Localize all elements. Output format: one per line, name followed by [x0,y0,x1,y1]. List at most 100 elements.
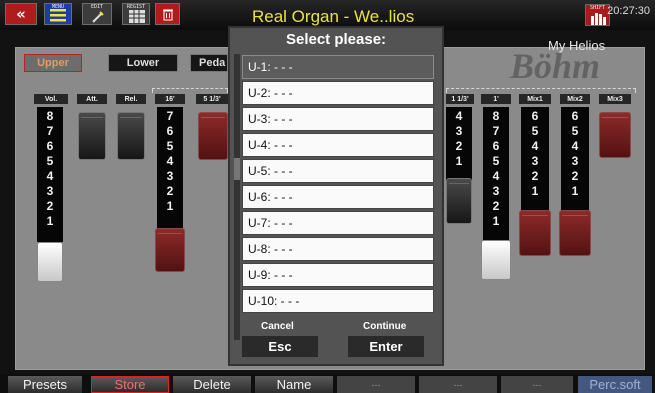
drawbar-16-handle[interactable] [155,228,185,272]
vol-mark: 5 [46,154,54,168]
organ-pipes-icon [591,13,606,25]
list-item-u2[interactable]: U-2: - - - [242,81,434,105]
cancel-label: Cancel [261,321,294,332]
window-title: Real Organ - We..lios [252,7,415,26]
list-item-u4[interactable]: U-4: - - - [242,133,434,157]
mix2-mark: 4 [571,139,579,153]
trash-button[interactable] [155,3,180,25]
label-rel: Rel. [116,94,146,104]
b16-mark: 5 [166,139,174,153]
tab-upper[interactable]: Upper [24,54,82,72]
b1-mark: 1 [492,214,500,228]
list-item-u9[interactable]: U-9: - - - [242,263,434,287]
mix2-mark: 6 [571,109,579,123]
list-item-u5[interactable]: U-5: - - - [242,159,434,183]
presets-button[interactable]: Presets [8,376,82,393]
list-item-u6[interactable]: U-6: - - - [242,185,434,209]
drawbar-mix2[interactable]: 6 5 4 3 2 1 [561,107,589,212]
b16-mark: 3 [166,169,174,183]
drawbar-1-1-3[interactable]: 4 3 2 1 [446,107,472,181]
registrations-button[interactable]: REGIST [122,3,150,25]
label-mix3: Mix3 [599,94,631,104]
softkey-5[interactable]: --- [337,376,415,393]
b16-mark: 7 [166,109,174,123]
dialog-title: Select please: [285,31,387,48]
label-mix1: Mix1 [519,94,551,104]
dialog-scrollbar[interactable] [234,54,240,340]
vol-mark: 4 [46,169,54,183]
vol-mark: 6 [46,139,54,153]
vol-mark: 1 [46,214,54,228]
b1-mark: 4 [492,169,500,183]
drawbar-1-handle[interactable] [481,240,511,280]
select-dialog: Select please: U-1: - - - U-2: - - - U-3… [228,26,444,366]
delete-button[interactable]: Delete [173,376,251,393]
vol-mark: 2 [46,199,54,213]
drawbar-mix2-handle[interactable] [559,210,591,256]
vol-mark: 7 [46,124,54,138]
list-item-u1[interactable]: U-1: - - - [242,55,434,79]
esc-button[interactable]: Esc [242,336,318,357]
b1-mark: 6 [492,139,500,153]
softkey-6[interactable]: --- [419,376,497,393]
mix1-mark: 4 [531,139,539,153]
group-bracket-left [152,88,228,93]
drawbar-rel-handle[interactable] [117,112,145,160]
drawbar-1[interactable]: 8 7 6 5 4 3 2 1 [483,107,509,242]
label-1-1-3: 1 1/3' [446,94,474,104]
tab-pedal[interactable]: Peda [190,54,228,72]
edit-button[interactable]: EDIT [82,3,112,25]
drawbar-16[interactable]: 7 6 5 4 3 2 1 [157,107,183,229]
menu-button[interactable]: MENU [44,3,72,25]
clock: 20:27:30 [607,5,650,17]
vol-mark: 8 [46,109,54,123]
shift-label: SHIFT [589,5,606,11]
grid-icon [129,10,145,23]
group-bracket-right [446,88,636,93]
mix2-mark: 1 [571,184,579,198]
store-button[interactable]: Store [91,376,169,393]
enter-button[interactable]: Enter [348,336,424,357]
b113-mark: 1 [455,154,463,168]
label-mix2: Mix2 [560,94,590,104]
b1-mark: 2 [492,199,500,213]
list-item-u10[interactable]: U-10: - - - [242,289,434,313]
name-button[interactable]: Name [255,376,333,393]
trash-icon [163,9,173,21]
drawbar-1-1-3-handle[interactable] [446,178,472,224]
drawbar-att-handle[interactable] [78,112,106,160]
b1-mark: 8 [492,109,500,123]
b1-mark: 7 [492,124,500,138]
list-item-u7[interactable]: U-7: - - - [242,211,434,235]
label-16: 16' [155,94,185,104]
drawbar-5-1-3-handle[interactable] [198,112,228,160]
mix2-mark: 5 [571,124,579,138]
continue-label: Continue [363,321,407,332]
list-item-u8[interactable]: U-8: - - - [242,237,434,261]
drawbar-vol-handle[interactable] [37,242,63,282]
b113-mark: 2 [455,139,463,153]
list-item-u3[interactable]: U-3: - - - [242,107,434,131]
scroll-thumb[interactable] [234,158,240,180]
label-vol: Vol. [34,94,68,104]
drawbar-mix1[interactable]: 6 5 4 3 2 1 [521,107,549,212]
mix2-mark: 2 [571,169,579,183]
drawbar-mix3-handle[interactable] [599,112,631,158]
back-button[interactable]: « [5,3,37,25]
perc-soft-button[interactable]: Perc.soft [578,376,652,393]
mix1-mark: 3 [531,154,539,168]
b1-mark: 3 [492,184,500,198]
label-5-1-3: 5 1/3' [196,94,228,104]
mix1-mark: 6 [531,109,539,123]
menu-icon [50,9,66,22]
drawbar-mix1-handle[interactable] [519,210,551,256]
vol-mark: 3 [46,184,54,198]
drawbar-vol[interactable]: 8 7 6 5 4 3 2 1 [37,107,63,242]
mix1-mark: 5 [531,124,539,138]
mix2-mark: 3 [571,154,579,168]
softkey-7[interactable]: --- [501,376,573,393]
double-chevron-left-icon: « [16,5,26,23]
edit-pencil-icon [92,11,104,23]
b113-mark: 3 [455,124,463,138]
tab-lower[interactable]: Lower [108,54,178,72]
